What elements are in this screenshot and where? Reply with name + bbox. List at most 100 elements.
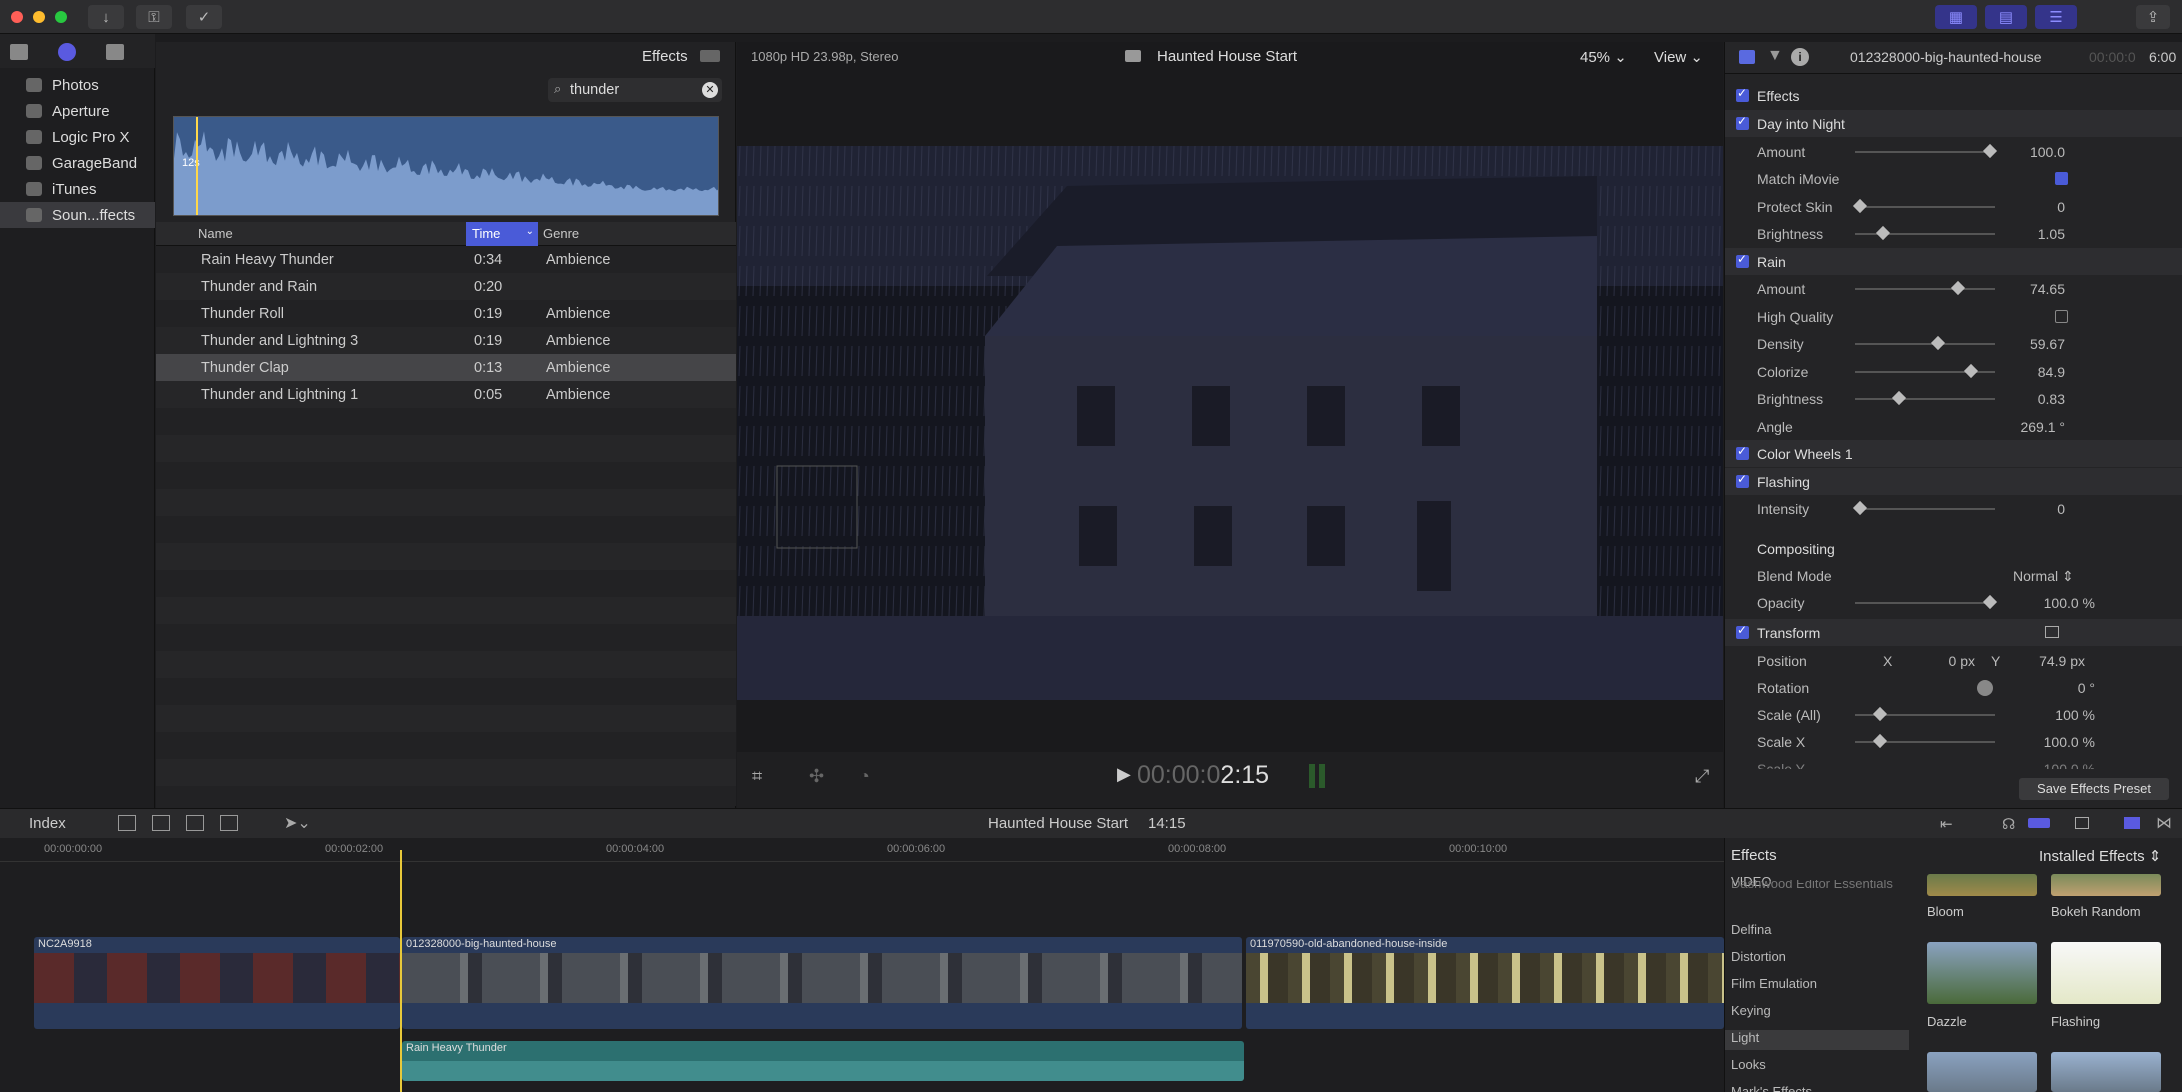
browser-row[interactable]: Thunder and Lightning 3 0:19 Ambience xyxy=(156,327,736,354)
effect-header[interactable]: Day into Night xyxy=(1725,110,2182,137)
library-item[interactable]: Soun...ffects xyxy=(0,202,155,228)
effects-category-item[interactable]: Looks xyxy=(1725,1057,1909,1077)
effect-header[interactable]: Color Wheels 1 xyxy=(1725,440,2182,467)
library-item[interactable]: Aperture xyxy=(0,98,155,124)
scale-y-value[interactable]: 100.0 % xyxy=(2025,761,2095,769)
parameter-value[interactable]: 1.05 xyxy=(1965,226,2065,242)
close-window-button[interactable] xyxy=(11,11,23,23)
share-button[interactable]: ⇪ xyxy=(2136,5,2170,29)
parameter-value[interactable]: 74.65 xyxy=(1965,281,2065,297)
installed-effects-popup[interactable]: Installed Effects ⇕ xyxy=(2039,847,2161,865)
timeline[interactable]: 00:00:00:00 00:00:02:00 00:00:04:00 00:00:0… xyxy=(0,838,1724,1092)
search-field[interactable]: ⌕ thunder ✕ xyxy=(548,78,722,102)
effect-enable-checkbox[interactable] xyxy=(1736,472,1749,488)
waveform-preview[interactable]: 12s xyxy=(173,116,719,216)
transitions-browser-icon[interactable]: ⋈ xyxy=(2156,813,2172,833)
position-y-value[interactable]: 74.9 px xyxy=(2015,653,2085,669)
effect-header[interactable]: Flashing xyxy=(1725,467,2182,495)
speed-icon[interactable]: ◔ xyxy=(859,766,870,787)
waveform-playhead[interactable] xyxy=(196,117,198,215)
clip-nc2a9918[interactable]: NC2A9918 xyxy=(34,937,400,1029)
titles-tab-icon[interactable] xyxy=(106,44,124,60)
effect-enable-checkbox[interactable] xyxy=(1736,252,1749,268)
effect-header[interactable]: Rain xyxy=(1725,247,2182,275)
minimize-window-button[interactable] xyxy=(33,11,45,23)
bloom-thumbnail[interactable] xyxy=(1927,874,2037,896)
effect-thumbnail[interactable] xyxy=(1927,1052,2037,1092)
overwrite-clip-icon[interactable] xyxy=(220,815,238,831)
effect-thumbnail[interactable] xyxy=(2051,1052,2161,1092)
parameter-value[interactable]: 0.83 xyxy=(1965,391,2065,407)
parameter-value[interactable]: 269.1 ° xyxy=(1965,419,2065,435)
scale-all-knob[interactable] xyxy=(1872,706,1888,722)
libraries-tab-icon[interactable] xyxy=(10,44,28,60)
keywords-button[interactable]: ⚿ xyxy=(136,5,172,29)
scale-x-slider[interactable] xyxy=(1855,733,1995,749)
effects-section-header[interactable]: Effects xyxy=(1725,82,2182,109)
parameter-checkbox[interactable] xyxy=(2055,172,2068,185)
inspector-toggle-button[interactable]: ☰ xyxy=(2035,5,2077,29)
slider-knob[interactable] xyxy=(1930,335,1946,351)
position-x-value[interactable]: 0 px xyxy=(1915,653,1975,669)
clip-appearance-icon[interactable] xyxy=(2075,817,2089,829)
bokeh-random-thumbnail[interactable] xyxy=(2051,874,2161,896)
column-name-header[interactable]: Name xyxy=(198,226,233,241)
play-button[interactable]: ▶ xyxy=(1117,764,1131,785)
crop-icon[interactable]: ⌗ xyxy=(752,766,762,787)
scale-x-knob[interactable] xyxy=(1872,733,1888,749)
parameter-value[interactable]: 100.0 xyxy=(1965,144,2065,160)
effects-category-item[interactable]: Film Emulation xyxy=(1725,976,1909,996)
effect-enable-checkbox[interactable] xyxy=(1736,114,1749,130)
slider-knob[interactable] xyxy=(1876,225,1891,241)
insert-clip-icon[interactable] xyxy=(152,815,170,831)
info-icon[interactable]: i xyxy=(1791,48,1809,66)
browser-row[interactable]: Thunder Roll 0:19 Ambience xyxy=(156,300,736,327)
library-item[interactable]: GarageBand xyxy=(0,150,155,176)
slider-knob[interactable] xyxy=(1950,280,1965,296)
browser-row[interactable]: Thunder and Lightning 1 0:05 Ambience xyxy=(156,381,736,408)
parameter-value[interactable]: 59.67 xyxy=(1965,336,2065,352)
libraries-toggle-button[interactable]: ▦ xyxy=(1935,5,1977,29)
zoom-popup[interactable]: 45% ⌄ xyxy=(1580,48,1627,66)
background-tasks-button[interactable]: ✓ xyxy=(186,5,222,29)
append-clip-icon[interactable] xyxy=(186,815,204,831)
effects-category-item[interactable]: Delfina xyxy=(1725,922,1909,942)
timeline-toggle-button[interactable]: ▤ xyxy=(1985,5,2027,29)
opacity-value[interactable]: 100.0 % xyxy=(2025,595,2095,611)
compositing-header[interactable]: Compositing xyxy=(1725,535,2182,562)
column-time-header[interactable]: Time ⌄ xyxy=(466,222,538,246)
effects-checkbox[interactable] xyxy=(1736,86,1749,102)
timeline-ruler[interactable]: 00:00:00:00 00:00:02:00 00:00:04:00 00:00:0… xyxy=(0,838,1724,862)
filter-inspector-icon[interactable]: ▼ xyxy=(1767,47,1783,65)
transform-checkbox[interactable] xyxy=(1736,623,1749,639)
effects-category-item[interactable]: Keying xyxy=(1725,1003,1909,1023)
zoom-window-button[interactable] xyxy=(55,11,67,23)
transform-header[interactable]: Transform xyxy=(1725,619,2182,646)
search-input[interactable]: thunder xyxy=(570,82,619,98)
view-menu[interactable]: View ⌄ xyxy=(1654,48,1703,66)
effect-enable-checkbox[interactable] xyxy=(1736,444,1749,460)
fullscreen-icon[interactable]: ⤢ xyxy=(1695,766,1709,787)
clip-old-abandoned-house-inside[interactable]: 011970590-old-abandoned-house-inside xyxy=(1246,937,1724,1029)
browser-row[interactable]: Thunder Clap 0:13 Ambience xyxy=(156,354,736,381)
browser-row[interactable]: Thunder and Rain 0:20 xyxy=(156,273,736,300)
scale-all-value[interactable]: 100 % xyxy=(2025,707,2095,723)
clear-search-icon[interactable]: ✕ xyxy=(702,82,718,98)
effects-category-item[interactable]: Distortion xyxy=(1725,949,1909,969)
connect-clip-icon[interactable] xyxy=(118,815,136,831)
timecode-display[interactable]: 00:00:02:15 xyxy=(1137,761,1269,790)
scale-all-slider[interactable] xyxy=(1855,706,1995,722)
opacity-slider-knob[interactable] xyxy=(1982,594,1998,610)
effects-category-item[interactable]: Mark's Effects xyxy=(1725,1084,1909,1092)
headphones-icon[interactable]: ☊ xyxy=(2002,815,2015,833)
library-item[interactable]: Logic Pro X xyxy=(0,124,155,150)
clip-big-haunted-house[interactable]: 012328000-big-haunted-house xyxy=(402,937,1242,1029)
parameter-checkbox[interactable] xyxy=(2055,309,2068,323)
effects-category-item[interactable]: Light xyxy=(1725,1030,1909,1050)
browser-row[interactable]: Rain Heavy Thunder 0:34 Ambience xyxy=(156,246,736,273)
skimming-icon[interactable]: ⇤ xyxy=(1940,815,1953,833)
flashing-thumbnail[interactable] xyxy=(2051,942,2161,1004)
rotation-dial[interactable] xyxy=(1977,680,1993,696)
transform-icon[interactable]: ✣ xyxy=(809,766,824,787)
select-tool-icon[interactable]: ➤⌄ xyxy=(284,813,311,833)
